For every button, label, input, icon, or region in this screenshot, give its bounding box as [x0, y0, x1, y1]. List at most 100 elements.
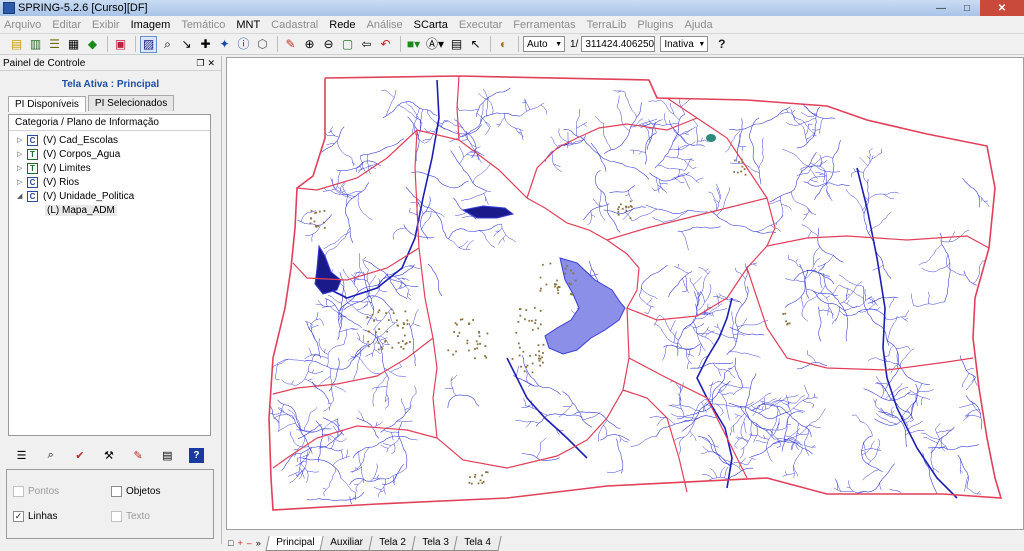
tree-item[interactable]: ▷ T (V) Limites: [9, 161, 210, 175]
option-objetos[interactable]: Objetos: [111, 486, 160, 497]
menu-analise[interactable]: Análise: [367, 19, 403, 31]
menu-rede[interactable]: Rede: [329, 19, 355, 31]
back-icon[interactable]: ⇦: [358, 36, 375, 53]
objetos-checkbox[interactable]: [111, 486, 122, 497]
river-line: [382, 343, 391, 346]
menu-exibir[interactable]: Exibir: [92, 19, 120, 31]
menu-executar[interactable]: Executar: [459, 19, 502, 31]
school-point: [523, 370, 526, 373]
list-icon[interactable]: ☰: [14, 448, 29, 463]
properties-icon[interactable]: ▤: [160, 448, 175, 463]
menu-imagem[interactable]: Imagem: [131, 19, 171, 31]
tree-item[interactable]: ▷ T (V) Corpos_Agua: [9, 147, 210, 161]
open-icon[interactable]: ▥: [27, 36, 44, 53]
undo-icon[interactable]: ↶: [377, 36, 394, 53]
tree-item[interactable]: ▷ C (V) Rios: [9, 175, 210, 189]
menu-ajuda[interactable]: Ajuda: [684, 19, 712, 31]
expand-icon[interactable]: ▷: [17, 136, 27, 144]
panel-float-close-icon[interactable]: ❐✕: [196, 58, 218, 69]
option-linhas[interactable]: ✓ Linhas: [13, 511, 57, 522]
scale-mode-select[interactable]: Auto ▼: [523, 36, 565, 52]
tree-subitem-mapa-adm[interactable]: (L) Mapa_ADM: [9, 203, 210, 217]
expand-icon[interactable]: ▷: [17, 178, 27, 186]
tree-item[interactable]: ◢ C (V) Unidade_Politica: [9, 189, 210, 203]
map-canvas[interactable]: [226, 57, 1024, 530]
linhas-checkbox[interactable]: ✓: [13, 511, 24, 522]
menu-editar[interactable]: Editar: [52, 19, 81, 31]
menu-plugins[interactable]: Plugins: [637, 19, 673, 31]
display-icon[interactable]: ▨: [140, 35, 157, 53]
add-tab-icon[interactable]: +: [237, 538, 242, 548]
draw-icon[interactable]: ✎: [282, 36, 299, 53]
menu-scarta[interactable]: SCarta: [414, 19, 448, 31]
database-icon[interactable]: ▤: [8, 36, 25, 53]
menu-tematico[interactable]: Temático: [181, 19, 225, 31]
color-icon[interactable]: ■▾: [405, 36, 422, 53]
cursor-icon[interactable]: ↘: [178, 36, 195, 53]
palette-icon[interactable]: ◐: [495, 36, 512, 53]
river-line: [779, 112, 792, 115]
texto-checkbox[interactable]: [111, 511, 122, 522]
screen-tab-tela-3[interactable]: Tela 3: [410, 536, 459, 551]
edit-icon[interactable]: ⚒: [101, 448, 116, 463]
menu-terralib[interactable]: TerraLib: [587, 19, 627, 31]
legend-icon[interactable]: ▤: [448, 36, 465, 53]
info-circle-icon[interactable]: ⓘ: [235, 36, 252, 53]
river-line: [483, 193, 489, 205]
pan-icon[interactable]: ✚: [197, 36, 214, 53]
pontos-checkbox[interactable]: [13, 486, 24, 497]
river-line: [427, 263, 443, 297]
tab-pi-selecionados[interactable]: PI Selecionados: [87, 95, 175, 111]
menu-ferramentas[interactable]: Ferramentas: [513, 19, 575, 31]
river-line: [972, 259, 986, 284]
tab-pi-disponiveis[interactable]: PI Disponíveis: [8, 96, 86, 112]
option-texto[interactable]: Texto: [111, 511, 150, 522]
zoom-area-icon[interactable]: ▢: [339, 36, 356, 53]
help-icon[interactable]: ?: [713, 36, 730, 53]
screen-icon[interactable]: ▣: [112, 36, 129, 53]
tab-menu-icon[interactable]: »: [256, 538, 261, 548]
pencil-icon[interactable]: ✎: [131, 448, 146, 463]
option-pontos[interactable]: Pontos: [13, 486, 59, 497]
zoom-icon[interactable]: ⌕: [159, 36, 176, 53]
screen-tab-tela-2[interactable]: Tela 2: [368, 536, 417, 551]
menu-mnt[interactable]: MNT: [236, 19, 260, 31]
first-tab-icon[interactable]: □: [228, 538, 233, 548]
menu-cadastral[interactable]: Cadastral: [271, 19, 318, 31]
river-line: [745, 373, 773, 433]
river-line: [907, 346, 911, 350]
river-line: [277, 422, 296, 432]
close-icon[interactable]: ✕: [980, 0, 1024, 16]
help-icon[interactable]: ?: [188, 448, 204, 463]
move-icon[interactable]: ✦: [216, 36, 233, 53]
eraser-icon[interactable]: ◆: [84, 36, 101, 53]
menu-arquivo[interactable]: Arquivo: [4, 19, 41, 31]
select-plan-icon[interactable]: ✔: [72, 448, 87, 463]
layers-icon[interactable]: ☰: [46, 36, 63, 53]
label-icon[interactable]: Ⓐ▾: [424, 36, 446, 53]
search-icon[interactable]: ⌕: [43, 448, 58, 463]
minimize-icon[interactable]: —: [928, 0, 954, 16]
zoom-in-icon[interactable]: ⊕: [301, 36, 318, 53]
zoom-out-icon[interactable]: ⊖: [320, 36, 337, 53]
screen-tab-tela-4[interactable]: Tela 4: [453, 536, 502, 551]
expand-icon[interactable]: ▷: [17, 164, 27, 172]
screen-tab-principal[interactable]: Principal: [265, 536, 325, 551]
tree-item[interactable]: ▷ C (V) Cad_Escolas: [9, 133, 210, 147]
remove-tab-icon[interactable]: –: [247, 538, 252, 548]
pointer-icon[interactable]: ↖: [467, 36, 484, 53]
maximize-icon[interactable]: □: [954, 0, 980, 16]
river-line: [845, 188, 865, 215]
school-point: [629, 217, 632, 220]
layers-select-icon[interactable]: ⬡: [254, 36, 271, 53]
scale-input[interactable]: 311424.406250: [581, 36, 656, 52]
screen-tab-auxiliar[interactable]: Auxiliar: [319, 536, 374, 551]
river-line: [663, 343, 701, 351]
collapse-icon[interactable]: ◢: [17, 192, 27, 200]
river-line: [735, 415, 739, 419]
river-line: [330, 126, 334, 130]
expand-icon[interactable]: ▷: [17, 150, 27, 158]
mode-select[interactable]: Inativa ▼: [660, 36, 709, 52]
grid-icon[interactable]: ▦: [65, 36, 82, 53]
map-view[interactable]: [227, 58, 1024, 530]
